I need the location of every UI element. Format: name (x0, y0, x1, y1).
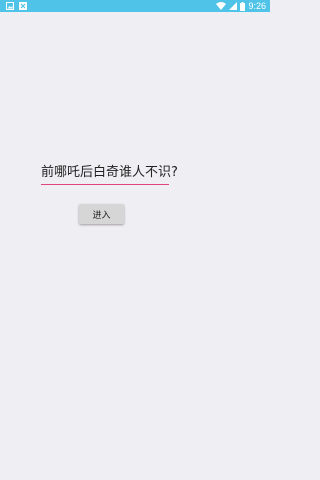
status-bar-left (6, 2, 27, 10)
answer-input-value: 前哪吒后白奇谁人不识? (41, 165, 178, 180)
status-time: 9:26 (248, 1, 266, 11)
answer-input[interactable]: 前哪吒后白奇谁人不识? (41, 155, 178, 185)
image-icon (6, 2, 14, 10)
cell-signal-icon (229, 2, 238, 10)
status-bar-right: 9:26 (216, 0, 266, 12)
enter-button[interactable]: 进入 (79, 204, 124, 224)
main-content: 前哪吒后白奇谁人不识? 进入 (0, 12, 270, 480)
status-bar: 9:26 (0, 0, 270, 12)
notification-icon (19, 2, 27, 10)
wifi-icon (216, 2, 227, 10)
battery-icon (240, 1, 246, 11)
